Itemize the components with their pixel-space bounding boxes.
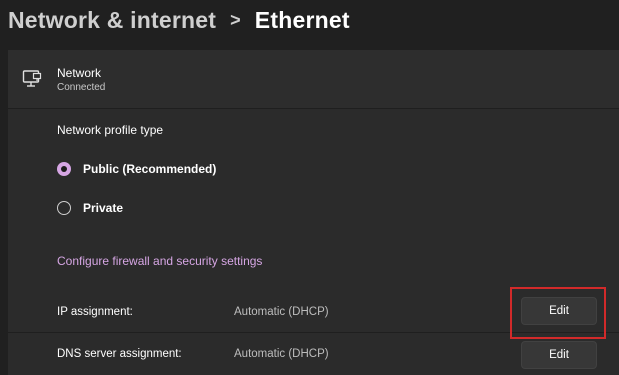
radio-unselected-icon[interactable] xyxy=(57,201,71,215)
dns-assignment-value: Automatic (DHCP) xyxy=(234,348,329,360)
breadcrumb-chevron-icon: > xyxy=(230,9,241,30)
radio-selected-icon[interactable] xyxy=(57,162,71,176)
ip-assignment-value: Automatic (DHCP) xyxy=(234,306,329,318)
dns-assignment-label: DNS server assignment: xyxy=(57,348,182,360)
radio-private-label: Private xyxy=(83,201,124,215)
radio-public-label: Public (Recommended) xyxy=(83,162,217,176)
firewall-settings-link[interactable]: Configure firewall and security settings xyxy=(57,254,262,268)
breadcrumb-network-internet[interactable]: Network & internet xyxy=(8,7,216,34)
radio-private[interactable]: Private xyxy=(57,201,123,215)
breadcrumb: Network & internet > Ethernet xyxy=(8,2,350,38)
network-header[interactable]: Network Connected xyxy=(8,50,619,109)
divider xyxy=(8,332,619,333)
ip-assignment-edit-button[interactable]: Edit xyxy=(521,297,597,325)
network-status: Connected xyxy=(57,82,106,93)
ip-assignment-label: IP assignment: xyxy=(57,306,133,318)
page-title: Ethernet xyxy=(254,6,350,33)
radio-public[interactable]: Public (Recommended) xyxy=(57,162,216,176)
network-title: Network xyxy=(57,66,102,80)
ethernet-monitor-icon xyxy=(22,70,42,87)
network-profile-type-label: Network profile type xyxy=(57,123,164,137)
dns-assignment-edit-button[interactable]: Edit xyxy=(521,341,597,369)
network-properties-card: Network Connected Network profile type P… xyxy=(8,50,619,375)
